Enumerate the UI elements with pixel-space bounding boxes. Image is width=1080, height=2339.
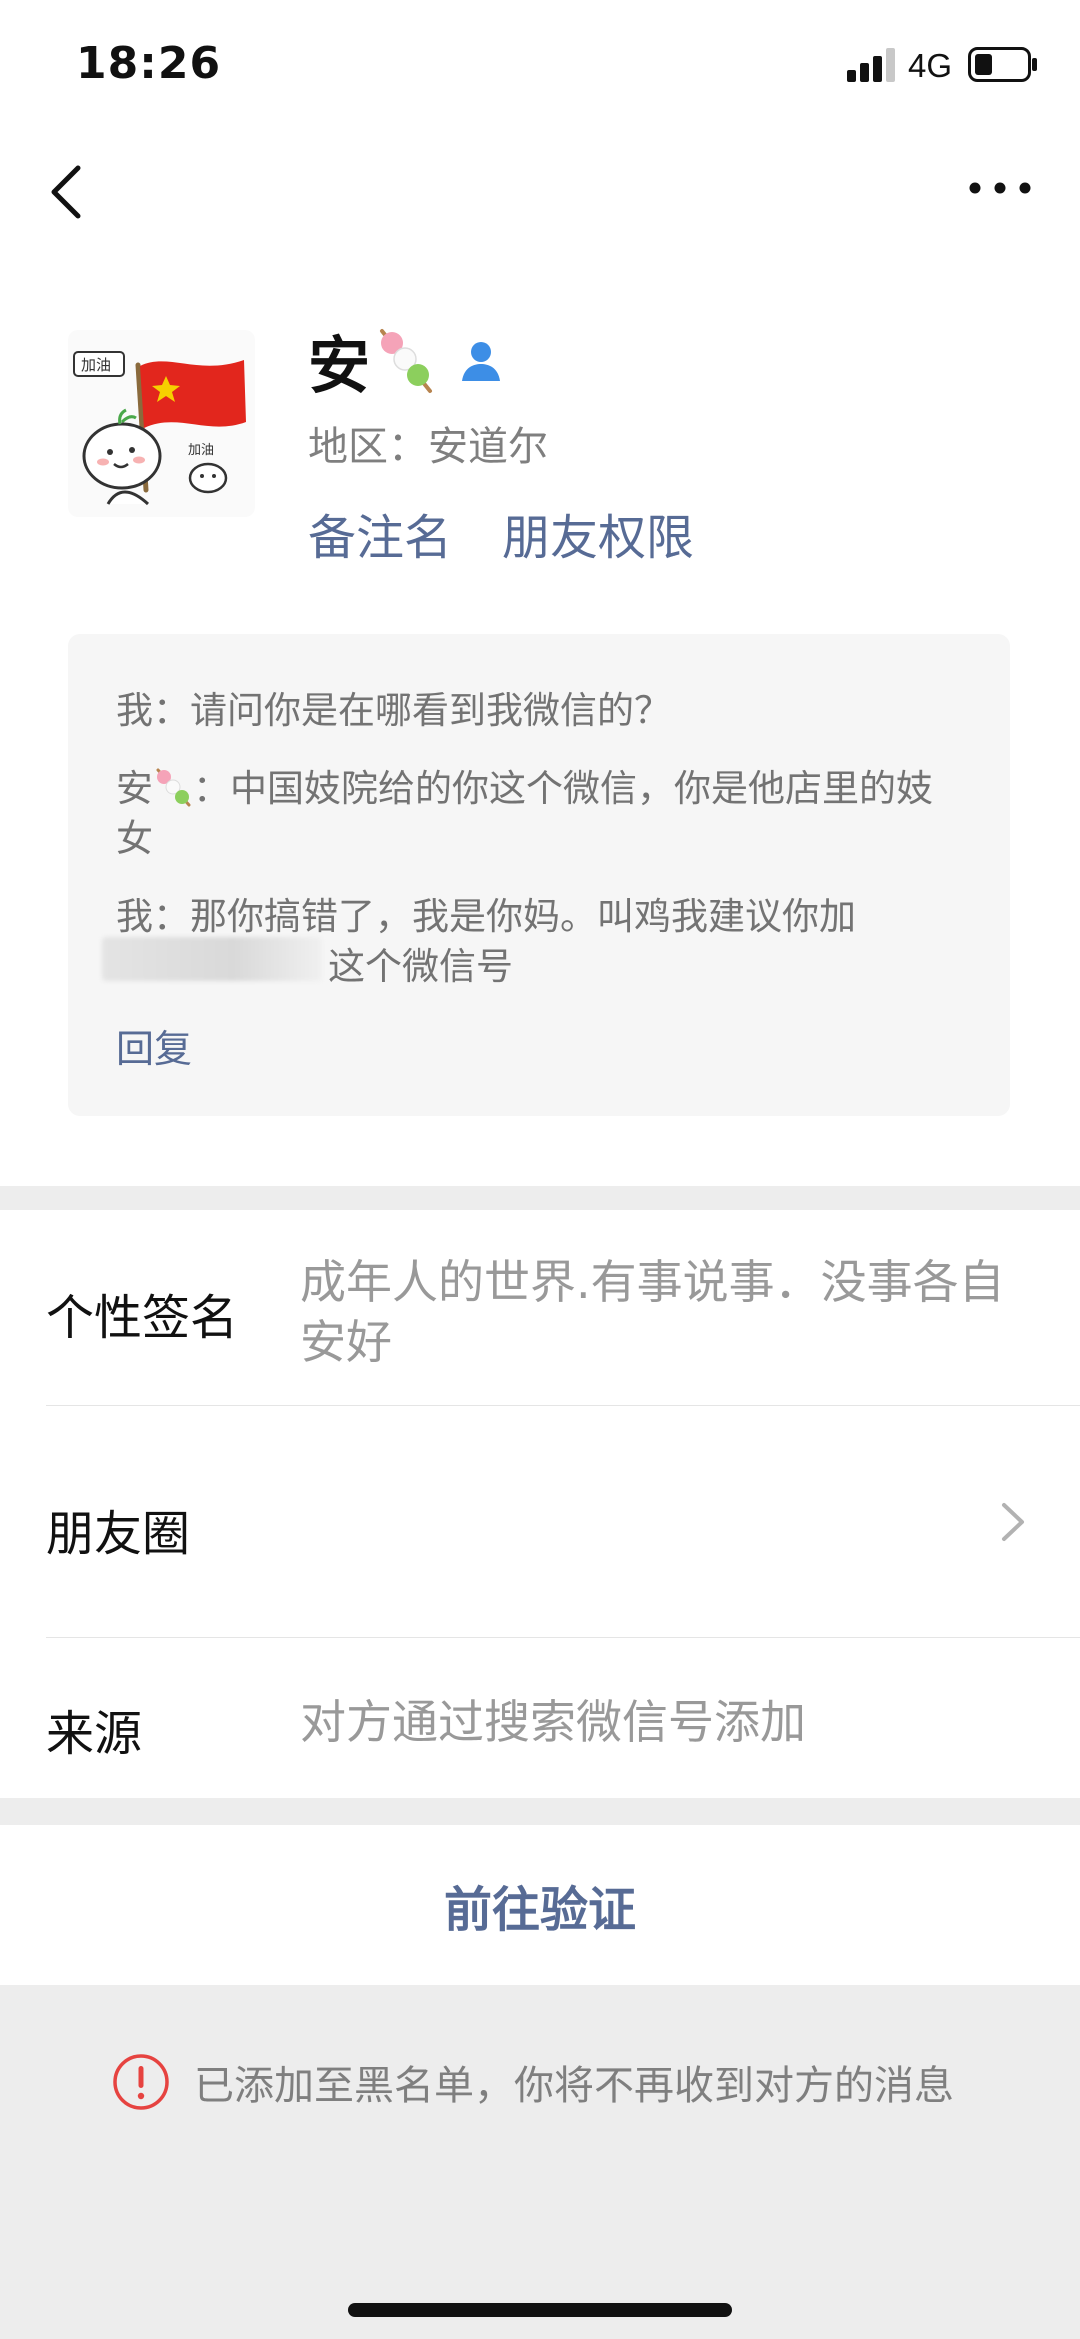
region-text: 地区：安道尔: [308, 424, 548, 470]
blocked-notice: 已添加至黑名单，你将不再收到对方的消息: [112, 2053, 954, 2111]
friend-permissions-link[interactable]: 朋友权限: [502, 498, 694, 568]
chevron-left-icon[interactable]: [40, 160, 100, 220]
message-text: ：中国妓院给的你这个微信，你是他店里的妓女: [116, 767, 933, 860]
bottom-area: 已添加至黑名单，你将不再收到对方的消息: [0, 1985, 1080, 2339]
nav-bar: [0, 140, 1080, 240]
section-separator: [0, 1186, 1080, 1210]
blocked-notice-text: 已添加至黑名单，你将不再收到对方的消息: [194, 2063, 954, 2109]
divider: [46, 1405, 1080, 1406]
moments-label: 朋友圈: [46, 1506, 191, 1562]
redacted-blur: [102, 937, 322, 981]
greeting-message: 安 ：中国妓院给的你这个微信，你是他店里的妓女: [116, 764, 956, 864]
contact-name: 安: [308, 329, 371, 402]
male-person-icon: [462, 342, 501, 381]
reply-link[interactable]: 回复: [116, 1018, 192, 1073]
section-separator: [0, 1798, 1080, 1825]
remark-name-link[interactable]: 备注名: [308, 498, 452, 568]
svg-text:加油: 加油: [81, 356, 111, 374]
divider: [46, 1637, 1080, 1638]
message-line: 我：那你搞错了，我是你妈。叫鸡我建议你加: [116, 895, 856, 938]
greeting-message: 我：请问你是在哪看到我微信的？: [116, 689, 671, 732]
exclamation-circle-icon: [113, 2054, 169, 2110]
sender-name: 安: [116, 767, 153, 810]
chevron-right-icon: [1002, 1503, 1024, 1541]
avatar-image: 加油 加油: [68, 330, 255, 517]
battery-icon: [968, 47, 1037, 82]
signal-bars-icon: [847, 48, 895, 82]
signature-value: 成年人的世界.有事说事．没事各自安好: [300, 1255, 1005, 1369]
dango-emoji-icon: [156, 768, 191, 807]
avatar[interactable]: 加油 加油: [68, 330, 255, 517]
dango-emoji-icon: [380, 329, 433, 393]
svg-text:加油: 加油: [188, 443, 214, 458]
home-indicator[interactable]: [348, 2303, 732, 2317]
status-bar: 18:26 4G: [0, 0, 1080, 130]
signature-label: 个性签名: [46, 1290, 239, 1346]
network-label: 4G: [908, 47, 953, 84]
go-verify-button[interactable]: 前往验证: [0, 1825, 1080, 1985]
name-row: 安: [308, 320, 504, 402]
profile-links: 备注名 朋友权限: [308, 498, 694, 568]
source-label: 来源: [46, 1706, 143, 1762]
more-dots-icon[interactable]: [965, 168, 1035, 208]
status-time: 18:26: [76, 38, 222, 89]
greeting-messages: 我：请问你是在哪看到我微信的？ 安 ：中国妓院给的你这个微信，你是他店里的妓女 …: [68, 634, 1010, 1116]
source-value: 对方通过搜索微信号添加: [300, 1695, 806, 1749]
